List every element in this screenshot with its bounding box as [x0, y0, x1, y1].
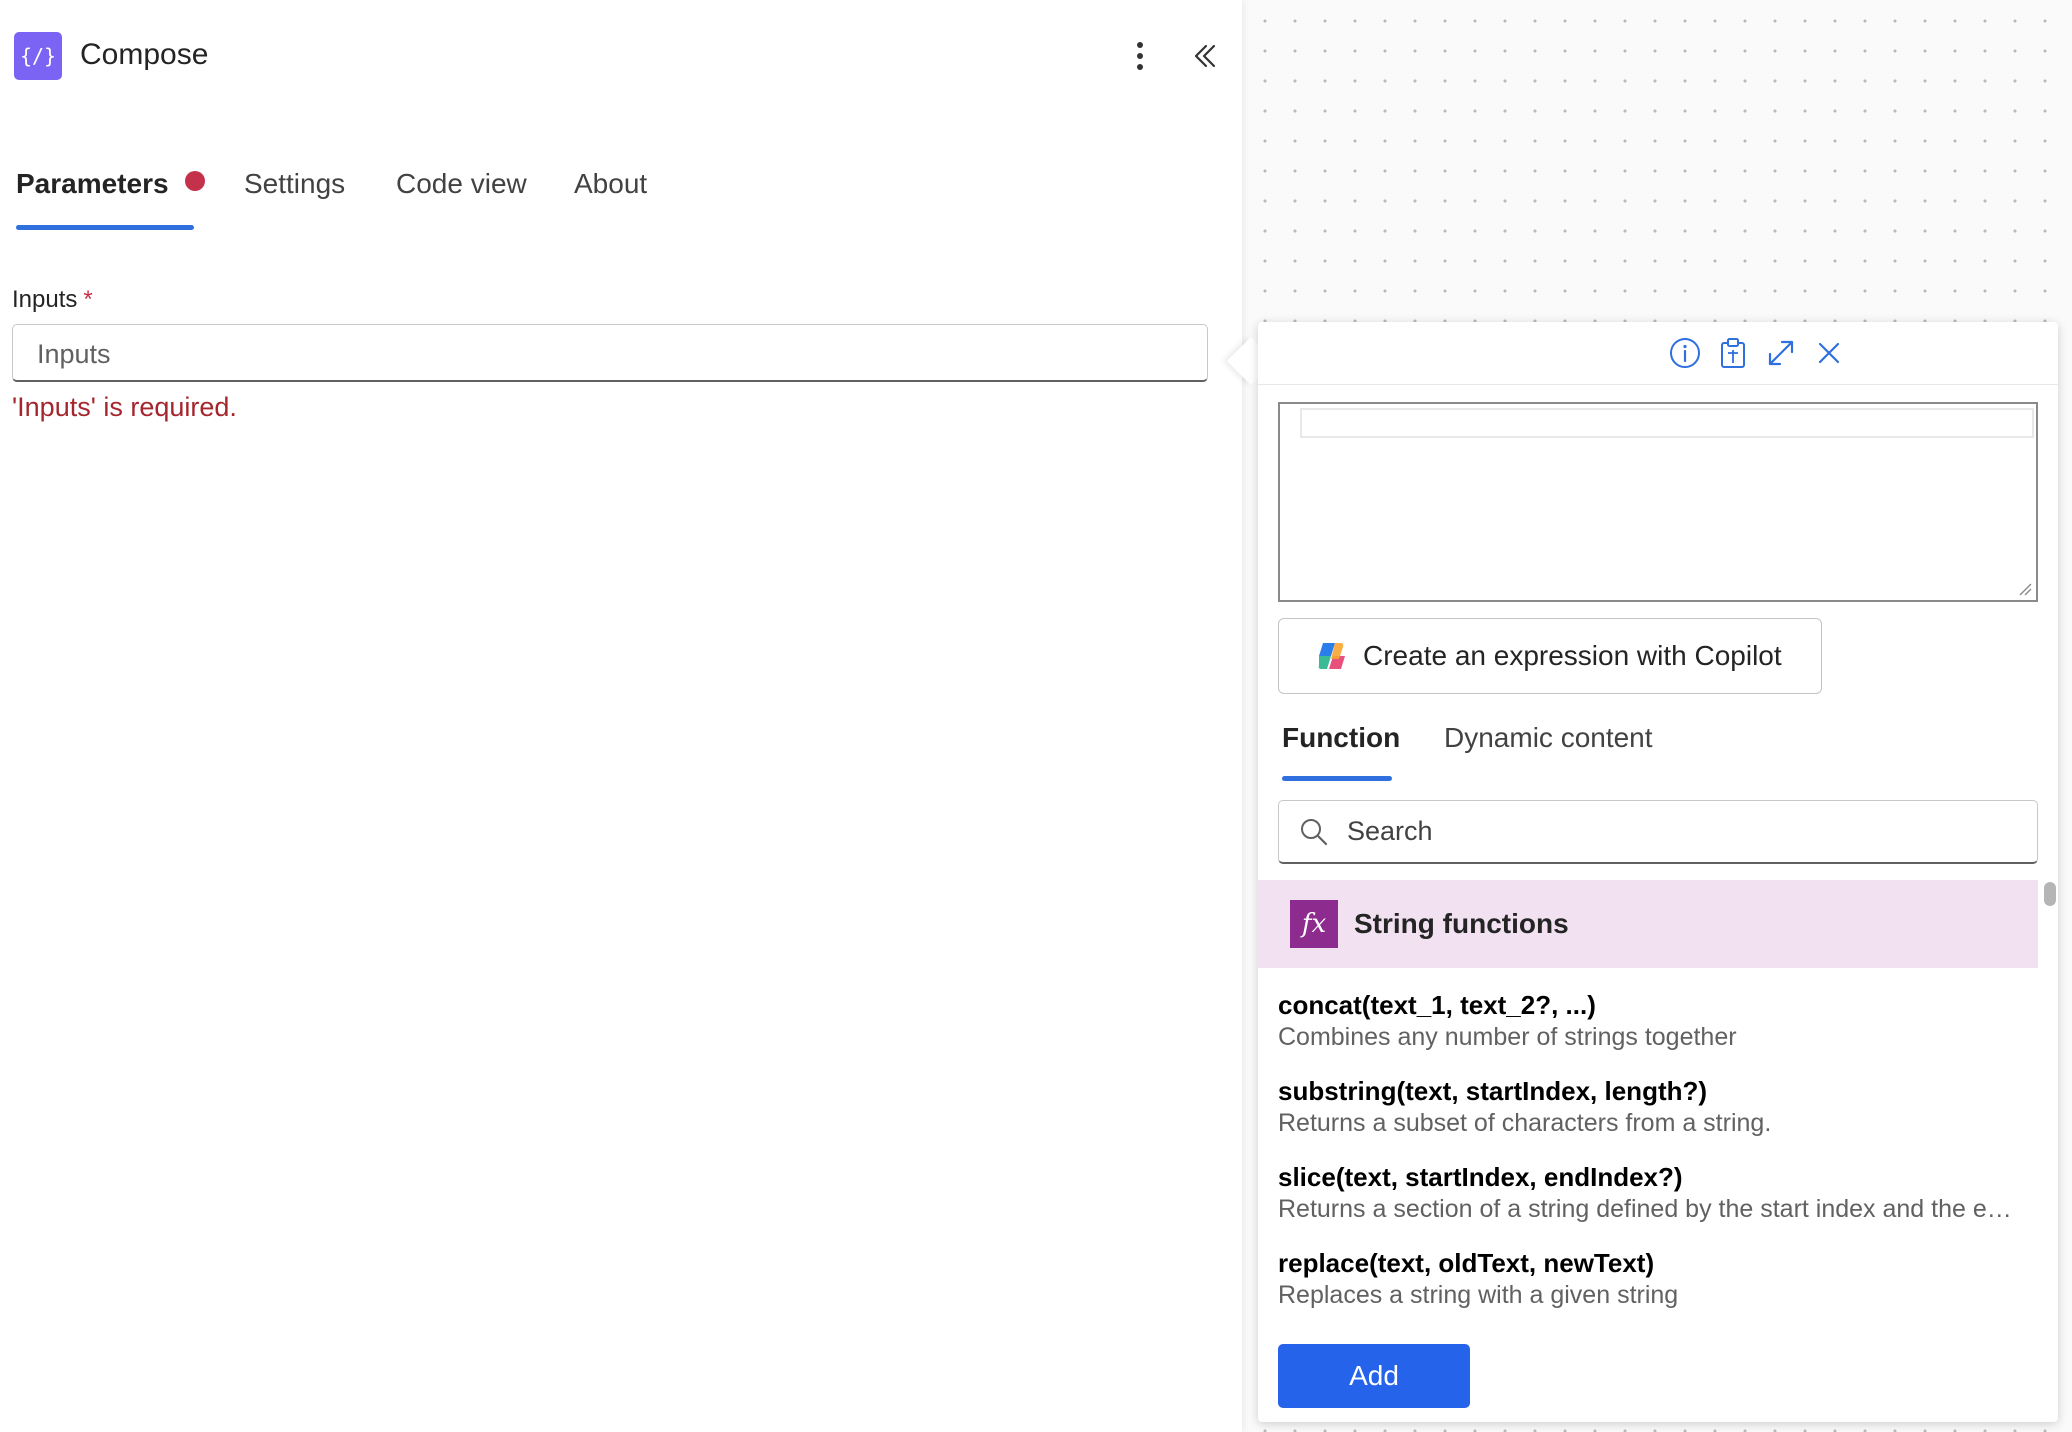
popup-toolbar [1258, 322, 2058, 385]
add-button[interactable]: Add [1278, 1344, 1470, 1408]
function-signature: replace(text, oldText, newText) [1278, 1248, 1655, 1278]
function-signature: substring(text, startIndex, length?) [1278, 1076, 1708, 1106]
copilot-icon [1318, 643, 1345, 669]
search-placeholder: Search [1347, 816, 1433, 846]
function-description: Combines any number of strings together [1278, 1023, 1737, 1051]
fx-icon: fx [1290, 900, 1338, 948]
tab-dynamic-content[interactable]: Dynamic content [1444, 722, 1653, 754]
function-description: Returns a section of a string defined by… [1278, 1195, 2018, 1223]
panel-header: {/} Compose [14, 30, 1224, 80]
function-item-slice[interactable]: slice(text, startIndex, endIndex?) Retur… [1278, 1162, 2018, 1224]
category-label: String functions [1354, 908, 1569, 939]
tab-label: Parameters [16, 168, 169, 199]
function-item-replace[interactable]: replace(text, oldText, newText) Replaces… [1278, 1248, 2018, 1310]
tab-parameters[interactable]: Parameters [16, 168, 205, 200]
close-icon[interactable] [1812, 336, 1846, 370]
function-item-substring[interactable]: substring(text, startIndex, length?) Ret… [1278, 1076, 2018, 1138]
copilot-button-label: Create an expression with Copilot [1363, 640, 1782, 671]
create-expression-copilot-button[interactable]: Create an expression with Copilot [1278, 618, 1822, 694]
double-chevron-left-icon[interactable] [1184, 36, 1224, 76]
function-search-input[interactable]: Search [1278, 800, 2038, 864]
resize-grip-icon[interactable] [2018, 582, 2032, 596]
function-signature: slice(text, startIndex, endIndex?) [1278, 1162, 1683, 1192]
expression-editor-popup: Create an expression with Copilot Functi… [1258, 322, 2058, 1422]
compose-action-icon: {/} [14, 32, 62, 80]
expression-line[interactable] [1300, 408, 2034, 438]
active-tab-indicator [16, 225, 194, 230]
scrollbar-thumb[interactable] [2044, 882, 2056, 906]
expand-icon[interactable] [1764, 336, 1798, 370]
inputs-field[interactable]: Inputs [12, 324, 1208, 382]
inputs-label-text: Inputs [12, 286, 78, 313]
clipboard-icon[interactable] [1716, 336, 1750, 370]
function-description: Returns a subset of characters from a st… [1278, 1109, 1772, 1137]
tab-settings[interactable]: Settings [244, 168, 345, 200]
search-icon [1301, 819, 1328, 846]
category-string-functions[interactable]: fx String functions [1258, 880, 2038, 968]
expression-input[interactable] [1278, 402, 2038, 602]
function-item-concat[interactable]: concat(text_1, text_2?, ...) Combines an… [1278, 990, 2018, 1052]
inputs-error-message: 'Inputs' is required. [12, 392, 237, 422]
active-tab-indicator [1282, 776, 1392, 781]
more-vertical-icon[interactable] [1122, 38, 1158, 74]
function-list: fx String functions concat(text_1, text_… [1258, 880, 2038, 1322]
panel-title[interactable]: Compose [80, 38, 208, 72]
inputs-label: Inputs * [12, 286, 93, 314]
function-list-scrollbar[interactable] [2042, 880, 2058, 1322]
tab-code-view[interactable]: Code view [396, 168, 527, 200]
required-marker: * [83, 286, 93, 313]
inputs-placeholder: Inputs [37, 339, 111, 369]
info-icon[interactable] [1668, 336, 1702, 370]
error-indicator [184, 171, 205, 191]
function-description: Replaces a string with a given string [1278, 1281, 1679, 1309]
tab-about[interactable]: About [574, 168, 647, 200]
function-signature: concat(text_1, text_2?, ...) [1278, 990, 1596, 1020]
tab-function[interactable]: Function [1282, 722, 1400, 754]
action-details-panel: {/} Compose Parameters Settings Code vie… [0, 0, 1242, 1432]
